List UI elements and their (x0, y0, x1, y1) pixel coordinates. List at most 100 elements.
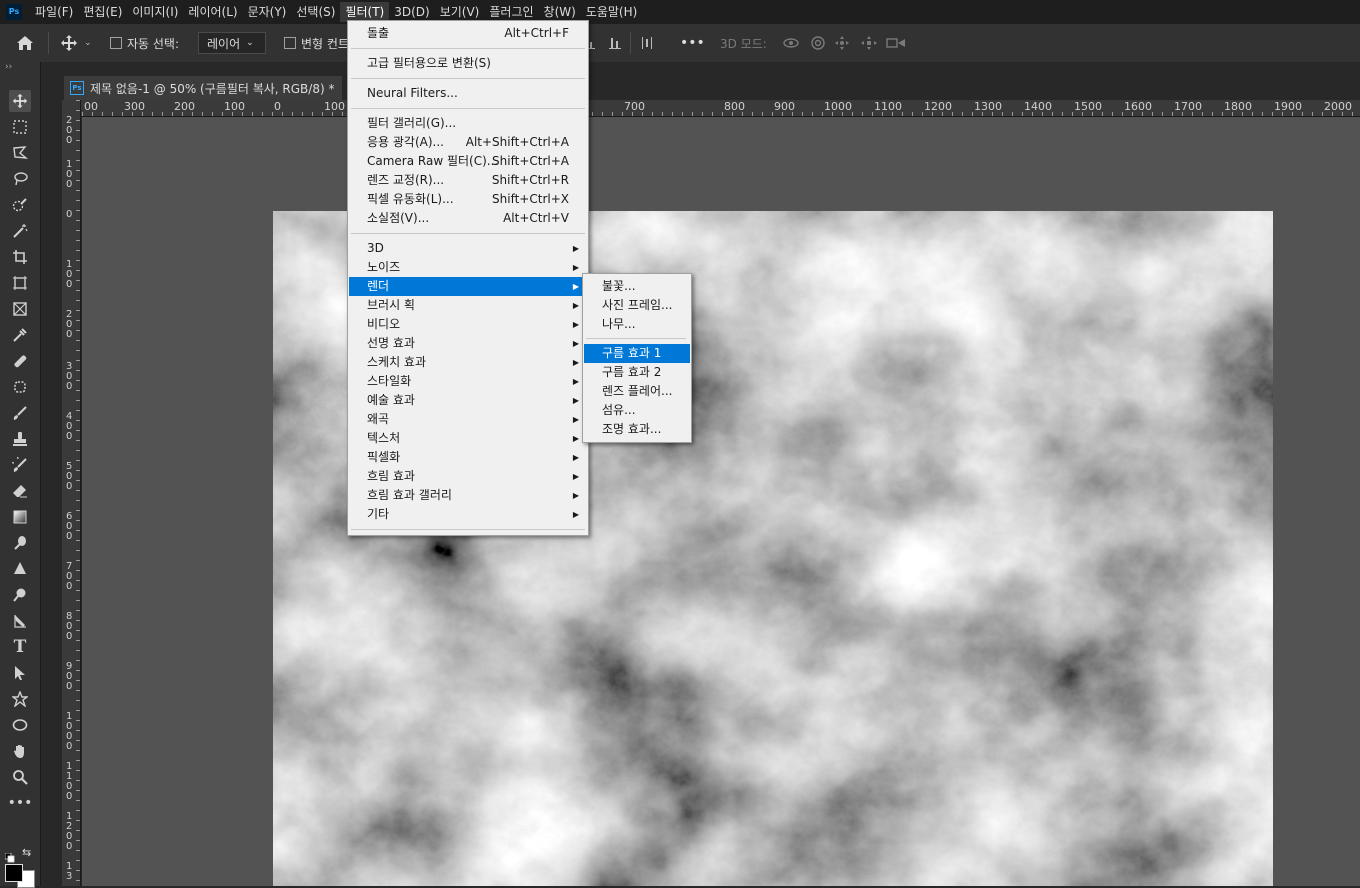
submenu-item-lighting-effects[interactable]: 조명 효과... (584, 420, 690, 439)
object-selection-icon[interactable] (9, 194, 31, 216)
ruler-label: 100 (224, 100, 245, 113)
more-options-icon[interactable]: ••• (680, 24, 705, 62)
menu-item-stylize[interactable]: 스타일화 ▶ (349, 372, 587, 391)
menu-item-adaptive-wide-angle[interactable]: 응용 광각(A)... Alt+Shift+Ctrl+A (349, 133, 587, 152)
path-selection-icon[interactable] (9, 662, 31, 684)
move-tool-icon[interactable]: ⌄ (60, 24, 92, 62)
brush-tool-icon[interactable] (9, 402, 31, 424)
menu-3d[interactable]: 3D(D) (389, 2, 434, 22)
crop-tool-icon[interactable] (9, 246, 31, 268)
menu-item-convert-smart-filters[interactable]: 고급 필터용으로 변환(S) (349, 54, 587, 73)
menu-view[interactable]: 보기(V) (435, 2, 485, 22)
menu-item-other[interactable]: 기타 ▶ (349, 505, 587, 524)
orbit-3d-icon[interactable] (782, 24, 800, 62)
submenu-item-tree[interactable]: 나무... (584, 315, 690, 334)
menu-item-camera-raw-filter[interactable]: Camera Raw 필터(C)... Shift+Ctrl+A (349, 152, 587, 171)
menu-item-video[interactable]: 비디오 ▶ (349, 315, 587, 334)
submenu-item-label: 구름 효과 1 (602, 346, 662, 360)
collapse-icon[interactable]: ›› (5, 62, 12, 72)
menu-item-extrude[interactable]: 돌출 Alt+Ctrl+F (349, 24, 587, 43)
menu-item-vanishing-point[interactable]: 소실점(V)... Alt+Ctrl+V (349, 209, 587, 228)
pan-3d-icon[interactable] (834, 24, 850, 62)
document-tab[interactable]: Ps 제목 없음-1 @ 50% (구름필터 복사, RGB/8) * (64, 76, 343, 100)
edit-toolbar-icon[interactable]: ••• (8, 792, 33, 814)
submenu-item-clouds-2[interactable]: 구름 효과 2 (584, 363, 690, 382)
align-bottom-icon[interactable] (608, 24, 622, 62)
roll-3d-icon[interactable] (810, 24, 826, 62)
menu-item-liquify[interactable]: 픽셀 유동화(L)... Shift+Ctrl+X (349, 190, 587, 209)
auto-select-dropdown[interactable]: 레이어 ⌄ (198, 32, 266, 54)
scale-3d-icon[interactable] (886, 24, 906, 62)
clone-stamp-icon[interactable] (9, 428, 31, 450)
smudge-tool-icon[interactable] (9, 532, 31, 554)
submenu-item-picture-frame[interactable]: 사진 프레임... (584, 296, 690, 315)
magic-wand-icon[interactable] (9, 220, 31, 242)
menu-plugins[interactable]: 플러그인 (484, 2, 538, 22)
menu-item-lens-correction[interactable]: 렌즈 교정(R)... Shift+Ctrl+R (349, 171, 587, 190)
swap-colors-icon[interactable]: ⇆ (22, 846, 31, 859)
type-tool-icon[interactable]: T (9, 636, 31, 658)
chevron-down-icon[interactable]: ⌄ (84, 38, 92, 48)
menu-item-filter-gallery[interactable]: 필터 갤러리(G)... (349, 114, 587, 133)
menu-item-sharpen[interactable]: 선명 효과 ▶ (349, 334, 587, 353)
transform-controls-checkbox[interactable]: 변형 컨트 (284, 24, 349, 62)
menu-help[interactable]: 도움말(H) (581, 2, 643, 22)
polygonal-lasso-icon[interactable] (9, 142, 31, 164)
sharpen-tool-icon[interactable] (9, 558, 31, 580)
home-icon[interactable] (16, 24, 34, 62)
menu-item-brush-strokes[interactable]: 브러시 획 ▶ (349, 296, 587, 315)
pen-tool-icon[interactable] (9, 610, 31, 632)
ruler-tick (76, 830, 80, 831)
menu-item-blur-gallery[interactable]: 흐림 효과 갤러리 ▶ (349, 486, 587, 505)
menu-item-distort[interactable]: 왜곡 ▶ (349, 410, 587, 429)
gradient-tool-icon[interactable] (9, 506, 31, 528)
healing-brush-icon[interactable] (9, 350, 31, 372)
slide-3d-icon[interactable] (860, 24, 878, 62)
patch-tool-icon[interactable] (9, 376, 31, 398)
slice-tool-icon[interactable] (9, 298, 31, 320)
ruler-tick (76, 780, 80, 781)
menu-layer[interactable]: 레이어(L) (183, 2, 242, 22)
history-brush-icon[interactable] (9, 454, 31, 476)
menu-item-noise[interactable]: 노이즈 ▶ (349, 258, 587, 277)
submenu-item-fibers[interactable]: 섬유... (584, 401, 690, 420)
menu-item-sketch[interactable]: 스케치 효과 ▶ (349, 353, 587, 372)
menu-select[interactable]: 선택(S) (291, 2, 340, 22)
marquee-tool-icon[interactable] (9, 116, 31, 138)
submenu-item-lens-flare[interactable]: 렌즈 플레어... (584, 382, 690, 401)
menu-item-artistic[interactable]: 예술 효과 ▶ (349, 391, 587, 410)
ruler-label: 0 (274, 100, 281, 113)
menu-filter[interactable]: 필터(T) (340, 2, 390, 22)
hand-tool-icon[interactable] (9, 740, 31, 762)
ruler-vertical[interactable]: 200 100 0 100 200 300 400 500 600 700 800 900 1000 11… (62, 100, 81, 886)
menu-item-pixelate[interactable]: 픽셀화 ▶ (349, 448, 587, 467)
zoom-tool-icon[interactable] (9, 766, 31, 788)
menu-item-render[interactable]: 렌더 ▶ (349, 277, 587, 296)
menu-item-blur[interactable]: 흐림 효과 ▶ (349, 467, 587, 486)
move-tool-icon[interactable] (9, 90, 31, 112)
ruler-horizontal[interactable]: 00 300 200 100 0 100 700 800 900 1000 1100 1200 1300… (82, 100, 1360, 117)
dodge-tool-icon[interactable] (9, 584, 31, 606)
submenu-item-clouds-1[interactable]: 구름 효과 1 (584, 344, 690, 363)
ellipse-tool-icon[interactable] (9, 714, 31, 736)
auto-select-checkbox[interactable]: 자동 선택: (110, 24, 179, 62)
ruler-tick (852, 112, 853, 116)
eyedropper-icon[interactable] (9, 324, 31, 346)
menu-item-3d[interactable]: 3D ▶ (349, 239, 587, 258)
menu-item-label: 돌출 (367, 26, 390, 40)
distribute-icon[interactable] (640, 24, 654, 62)
ruler-tick (1302, 112, 1303, 116)
menu-type[interactable]: 문자(Y) (243, 2, 292, 22)
menu-item-neural-filters[interactable]: Neural Filters... (349, 84, 587, 103)
menu-image[interactable]: 이미지(I) (127, 2, 183, 22)
eraser-tool-icon[interactable] (9, 480, 31, 502)
submenu-item-flame[interactable]: 불꽃... (584, 277, 690, 296)
lasso-tool-icon[interactable] (9, 168, 31, 190)
menu-edit[interactable]: 편집(E) (78, 2, 127, 22)
frame-tool-icon[interactable] (9, 272, 31, 294)
menu-item-texture[interactable]: 텍스처 ▶ (349, 429, 587, 448)
menu-window[interactable]: 창(W) (539, 2, 581, 22)
custom-shape-icon[interactable] (9, 688, 31, 710)
foreground-color-swatch[interactable] (5, 864, 23, 882)
menu-file[interactable]: 파일(F) (30, 2, 78, 22)
